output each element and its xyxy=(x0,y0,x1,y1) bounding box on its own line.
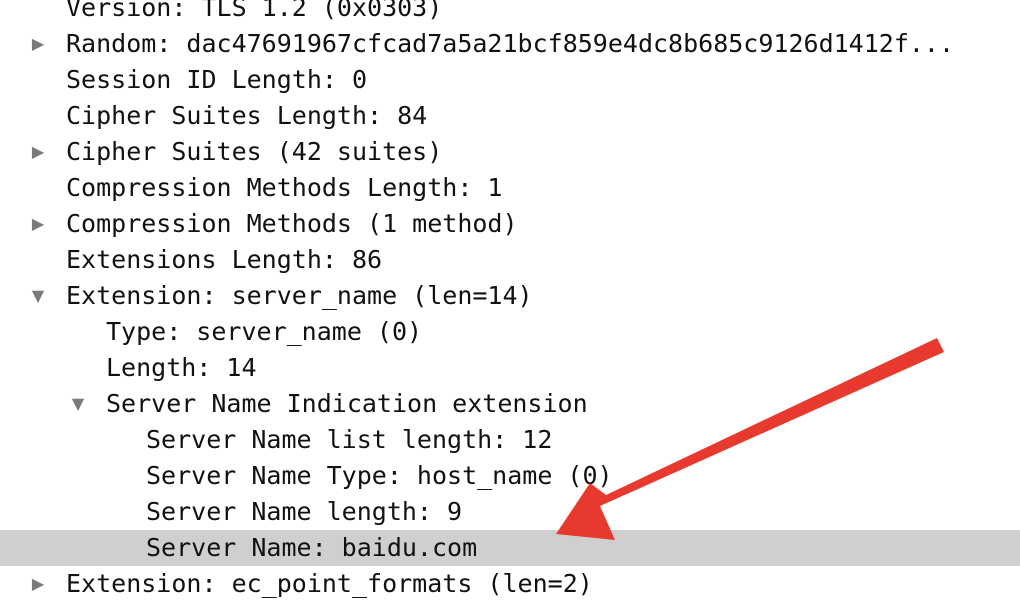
tree-row-label: Version: TLS 1.2 (0x0303) xyxy=(66,0,443,22)
toggle-none xyxy=(106,422,130,458)
toggle-none xyxy=(106,458,130,494)
tree-row-label: Type: server_name (0) xyxy=(106,317,423,346)
tree-row-type[interactable]: Type: server_name (0) xyxy=(0,314,1020,350)
toggle-none xyxy=(106,530,130,566)
tree-row-extensions-length[interactable]: Extensions Length: 86 xyxy=(0,242,1020,278)
tree-row-label: Session ID Length: 0 xyxy=(66,65,368,94)
tree-row-compression-methods-length[interactable]: Compression Methods Length: 1 xyxy=(0,170,1020,206)
tree-row-compression-methods[interactable]: ▶ Compression Methods (1 method) xyxy=(0,206,1020,242)
tree-row-label: Compression Methods (1 method) xyxy=(66,209,518,238)
tree-row-label: Extension: server_name (len=14) xyxy=(66,281,533,310)
tree-row-extension-ec-point-formats[interactable]: ▶ Extension: ec_point_formats (len=2) xyxy=(0,566,1020,602)
tree-row-label: Length: 14 xyxy=(106,353,257,382)
toggle-none xyxy=(66,350,90,386)
tree-row-label: Cipher Suites (42 suites) xyxy=(66,137,443,166)
tree-row-length[interactable]: Length: 14 xyxy=(0,350,1020,386)
tree-row-label: Cipher Suites Length: 84 xyxy=(66,101,428,130)
packet-details-tree: Version: TLS 1.2 (0x0303) ▶ Random: dac4… xyxy=(0,0,1020,602)
expand-triangle-icon[interactable]: ▶ xyxy=(26,566,50,602)
tree-row-label: Server Name list length: 12 xyxy=(146,425,553,454)
tree-row-label: Random: dac47691967cfcad7a5a21bcf859e4dc… xyxy=(66,29,955,58)
collapse-triangle-icon[interactable]: ▼ xyxy=(26,278,50,314)
tree-row-sni-extension[interactable]: ▼ Server Name Indication extension xyxy=(0,386,1020,422)
tree-row-label: Server Name length: 9 xyxy=(146,497,463,526)
toggle-none xyxy=(26,0,50,26)
toggle-none xyxy=(26,170,50,206)
tree-row-label: Compression Methods Length: 1 xyxy=(66,173,503,202)
toggle-none xyxy=(106,494,130,530)
tree-row-label: Server Name Indication extension xyxy=(106,389,588,418)
tree-row-session-id-length[interactable]: Session ID Length: 0 xyxy=(0,62,1020,98)
tree-row-random[interactable]: ▶ Random: dac47691967cfcad7a5a21bcf859e4… xyxy=(0,26,1020,62)
collapse-triangle-icon[interactable]: ▼ xyxy=(66,386,90,422)
tree-row-extension-server-name[interactable]: ▼ Extension: server_name (len=14) xyxy=(0,278,1020,314)
toggle-none xyxy=(26,98,50,134)
tree-row-server-name-list-length[interactable]: Server Name list length: 12 xyxy=(0,422,1020,458)
tree-row-server-name-selected[interactable]: Server Name: baidu.com xyxy=(0,530,1020,566)
tree-row-label: Server Name: baidu.com xyxy=(146,533,478,562)
tree-row-cipher-suites-length[interactable]: Cipher Suites Length: 84 xyxy=(0,98,1020,134)
expand-triangle-icon[interactable]: ▶ xyxy=(26,26,50,62)
tree-row-cipher-suites[interactable]: ▶ Cipher Suites (42 suites) xyxy=(0,134,1020,170)
tree-row-label: Extensions Length: 86 xyxy=(66,245,383,274)
toggle-none xyxy=(66,314,90,350)
toggle-none xyxy=(26,62,50,98)
toggle-none xyxy=(26,242,50,278)
expand-triangle-icon[interactable]: ▶ xyxy=(26,206,50,242)
expand-triangle-icon[interactable]: ▶ xyxy=(26,134,50,170)
tree-row-label: Server Name Type: host_name (0) xyxy=(146,461,613,490)
tree-row-server-name-type[interactable]: Server Name Type: host_name (0) xyxy=(0,458,1020,494)
tree-row-version[interactable]: Version: TLS 1.2 (0x0303) xyxy=(0,0,1020,26)
tree-row-label: Extension: ec_point_formats (len=2) xyxy=(66,569,593,598)
tree-row-server-name-length[interactable]: Server Name length: 9 xyxy=(0,494,1020,530)
